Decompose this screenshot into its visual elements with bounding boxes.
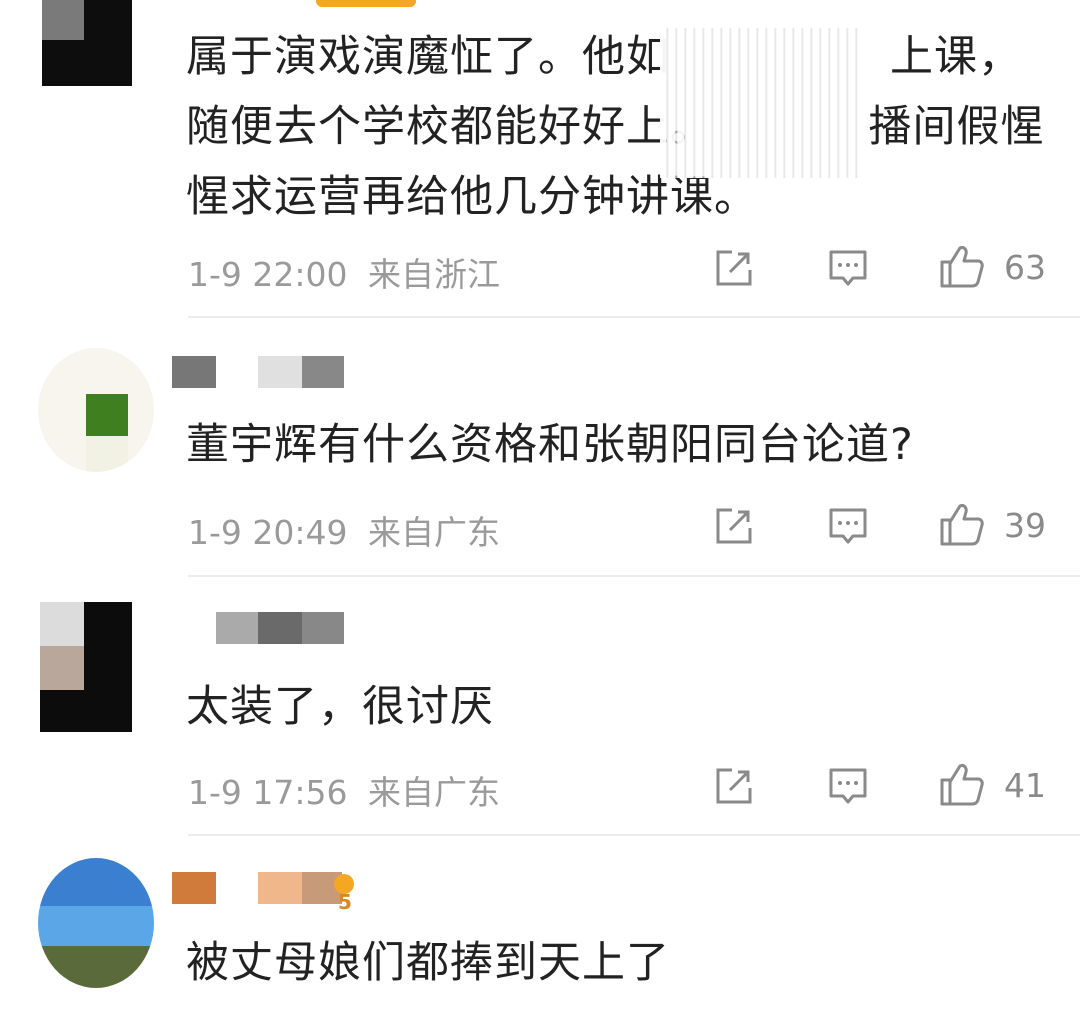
comment-location: 来自广东 <box>368 513 500 552</box>
avatar[interactable] <box>42 0 132 86</box>
username-redacted[interactable] <box>172 872 432 904</box>
comment-meta: 1-9 20:49 来自广东 <box>188 506 500 554</box>
comment-icon[interactable] <box>826 764 870 808</box>
comment-location: 来自浙江 <box>368 255 500 294</box>
badge-level: 5 <box>338 890 352 914</box>
like-count: 39 <box>1004 506 1046 545</box>
comment-time: 1-9 20:49 <box>188 513 348 552</box>
like-count: 63 <box>1004 248 1046 287</box>
share-icon[interactable] <box>712 504 756 548</box>
redaction-mask <box>660 28 860 178</box>
top-accent-strip <box>316 0 416 7</box>
comment-time: 1-9 22:00 <box>188 255 348 294</box>
comment-text: 太装了，很讨厌 <box>186 682 494 732</box>
user-level-badge: 5 <box>330 874 358 914</box>
divider <box>188 834 1080 836</box>
comment-icon[interactable] <box>826 504 870 548</box>
comment-meta: 1-9 22:00 来自浙江 <box>188 248 500 296</box>
thumbs-up-icon[interactable] <box>938 760 986 808</box>
username-redacted[interactable] <box>172 612 432 644</box>
like-count: 41 <box>1004 766 1046 805</box>
comment-text: 董宇辉有什么资格和张朝阳同台论道? <box>186 420 914 470</box>
comment-location: 来自广东 <box>368 773 500 812</box>
share-icon[interactable] <box>712 246 756 290</box>
username-redacted[interactable] <box>172 356 432 388</box>
comment-icon[interactable] <box>826 246 870 290</box>
comment-time: 1-9 17:56 <box>188 773 348 812</box>
divider <box>188 575 1080 577</box>
comment-text: 被丈母娘们都捧到天上了 <box>186 938 670 988</box>
comment-text: 属于演戏演魔怔了。他如 上课，随便去个学校都能好好上。 播间假惺惺求运营再给他几… <box>186 32 1045 222</box>
thumbs-up-icon[interactable] <box>938 500 986 548</box>
avatar[interactable] <box>38 348 154 472</box>
avatar[interactable] <box>38 858 154 988</box>
avatar[interactable] <box>40 602 132 732</box>
divider <box>188 316 1080 318</box>
comment-meta: 1-9 17:56 来自广东 <box>188 766 500 814</box>
share-icon[interactable] <box>712 764 756 808</box>
thumbs-up-icon[interactable] <box>938 242 986 290</box>
